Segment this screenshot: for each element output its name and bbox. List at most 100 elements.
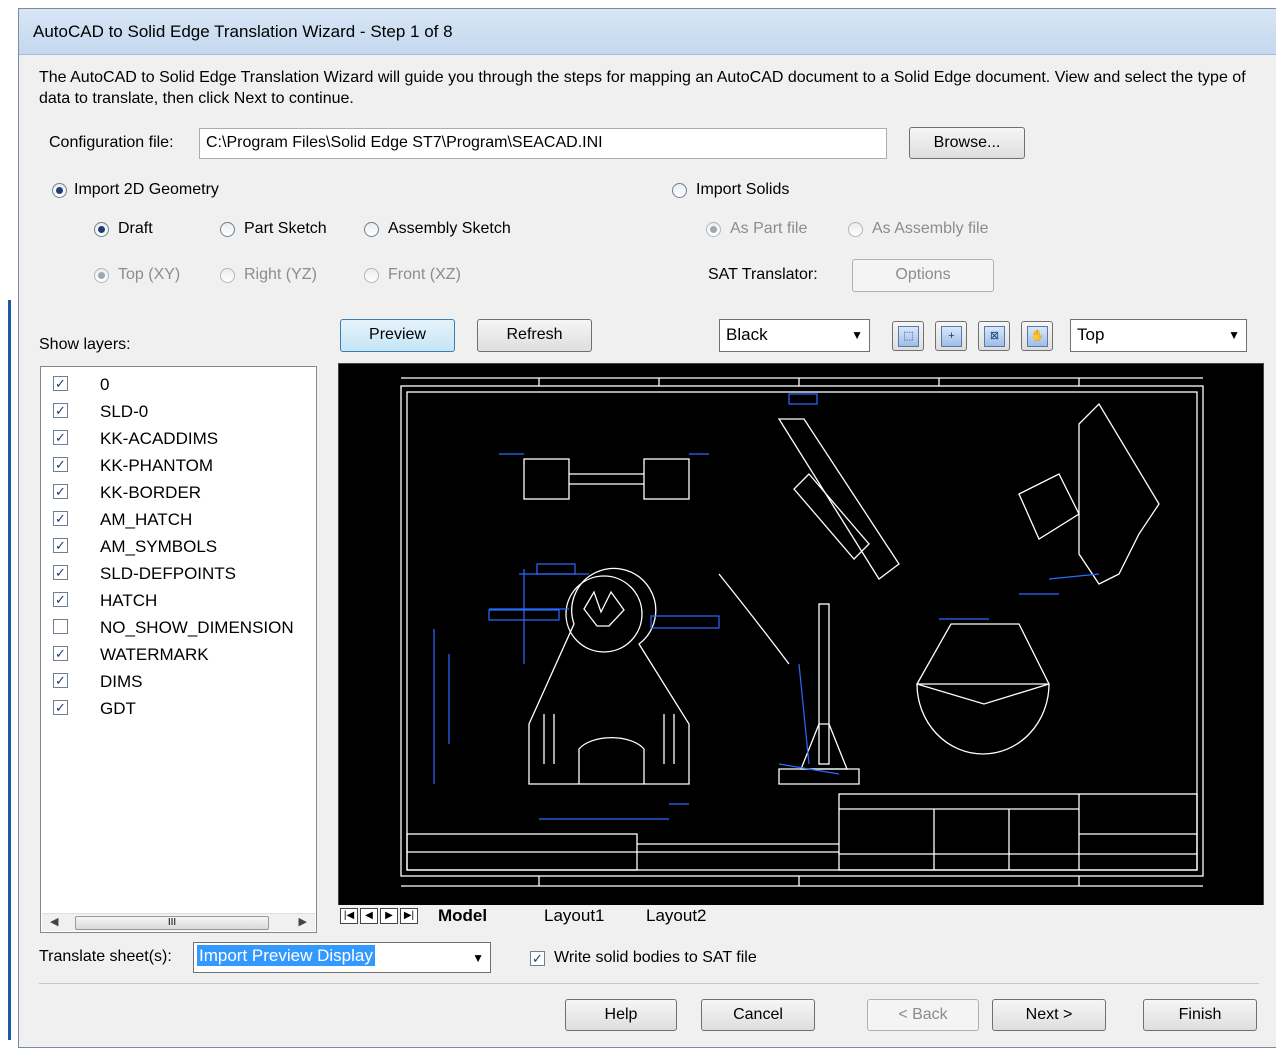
layer-row[interactable]: ✓ SLD-0 xyxy=(41,398,316,425)
background-window-edge xyxy=(0,0,18,1048)
zoom-window-button[interactable]: ⬚ xyxy=(892,321,924,351)
layer-checkbox[interactable]: ✓ xyxy=(53,538,68,553)
layer-row[interactable]: ✓ KK-BORDER xyxy=(41,479,316,506)
front-xz-label: Front (XZ) xyxy=(388,266,461,283)
scroll-right-icon[interactable]: ▶ xyxy=(299,915,307,928)
layer-label: DIMS xyxy=(100,672,143,691)
finish-button[interactable]: Finish xyxy=(1143,999,1257,1031)
layer-checkbox[interactable] xyxy=(53,619,68,634)
layer-row[interactable]: ✓ AM_HATCH xyxy=(41,506,316,533)
layer-row[interactable]: ✓ WATERMARK xyxy=(41,641,316,668)
chevron-down-icon: ▼ xyxy=(472,951,484,965)
intro-text: The AutoCAD to Solid Edge Translation Wi… xyxy=(39,69,1246,107)
prev-sheet-icon[interactable]: ◀ xyxy=(360,908,378,924)
as-assembly-file-radio[interactable] xyxy=(848,222,863,237)
assembly-sketch-label: Assembly Sketch xyxy=(388,220,511,237)
layer-row[interactable]: ✓ 0 xyxy=(41,371,316,398)
refresh-button[interactable]: Refresh xyxy=(477,319,592,352)
layer-checkbox[interactable]: ✓ xyxy=(53,700,68,715)
layer-checkbox[interactable]: ✓ xyxy=(53,511,68,526)
write-sat-checkbox[interactable]: ✓ xyxy=(530,951,545,966)
right-yz-label: Right (YZ) xyxy=(244,266,317,283)
last-sheet-icon[interactable]: ▶| xyxy=(400,908,418,924)
dimension-layer xyxy=(433,393,1100,820)
layer-label: 0 xyxy=(100,375,110,394)
translate-sheets-select[interactable]: Import Preview Display ▼ xyxy=(193,942,491,973)
scroll-thumb[interactable]: III xyxy=(75,916,269,930)
bracket-part xyxy=(528,567,690,785)
tab-layout2[interactable]: Layout2 xyxy=(636,906,707,926)
config-file-label: Configuration file: xyxy=(49,134,174,151)
layer-checkbox[interactable]: ✓ xyxy=(53,376,68,391)
as-part-file-radio[interactable] xyxy=(706,222,721,237)
layer-label: HATCH xyxy=(100,591,158,610)
layer-checkbox[interactable]: ✓ xyxy=(53,565,68,580)
sat-options-button[interactable]: Options xyxy=(852,259,994,292)
view-select[interactable]: Top ▼ xyxy=(1070,319,1247,352)
layer-row[interactable]: ✓ KK-PHANTOM xyxy=(41,452,316,479)
layers-list: ◀ III ▶ ✓ 0 ✓ SLD-0 ✓ KK-ACADDIMS ✓ KK-PHANTOM ✓… xyxy=(40,366,317,933)
first-sheet-icon[interactable]: |◀ xyxy=(340,908,358,924)
browse-button[interactable]: Browse... xyxy=(909,127,1025,159)
top-xy-label: Top (XY) xyxy=(118,266,181,283)
tab-model[interactable]: Model xyxy=(428,906,487,926)
layer-label: SLD-DEFPOINTS xyxy=(100,564,237,583)
right-yz-radio[interactable] xyxy=(220,268,235,283)
layer-label: KK-PHANTOM xyxy=(100,456,214,475)
part-sketch-label: Part Sketch xyxy=(244,220,327,237)
layer-checkbox[interactable]: ✓ xyxy=(53,646,68,661)
next-sheet-icon[interactable]: ▶ xyxy=(380,908,398,924)
zoom-window-icon: ⬚ xyxy=(898,326,919,347)
layer-checkbox[interactable]: ✓ xyxy=(53,592,68,607)
chevron-down-icon: ▼ xyxy=(851,328,863,342)
layers-horizontal-scrollbar[interactable]: ◀ III ▶ xyxy=(42,913,315,931)
layer-row[interactable]: ✓ SLD-DEFPOINTS xyxy=(41,560,316,587)
import-2d-radio[interactable] xyxy=(52,183,67,198)
pan-button[interactable]: ✋ xyxy=(1021,321,1053,351)
translate-sheets-value: Import Preview Display xyxy=(197,945,375,966)
translation-wizard-dialog: AutoCAD to Solid Edge Translation Wizard… xyxy=(18,8,1276,1048)
assembly-sketch-radio[interactable] xyxy=(364,222,379,237)
layer-row[interactable]: ✓ DIMS xyxy=(41,668,316,695)
layer-checkbox[interactable]: ✓ xyxy=(53,484,68,499)
layer-row[interactable]: NO_SHOW_DIMENSION xyxy=(41,614,316,641)
cancel-button[interactable]: Cancel xyxy=(701,999,815,1031)
part-sketch-radio[interactable] xyxy=(220,222,235,237)
layer-row[interactable]: ✓ HATCH xyxy=(41,587,316,614)
dialog-title: AutoCAD to Solid Edge Translation Wizard… xyxy=(19,9,1276,55)
layer-checkbox[interactable]: ✓ xyxy=(53,673,68,688)
layer-checkbox[interactable]: ✓ xyxy=(53,403,68,418)
drawing-preview[interactable] xyxy=(338,363,1264,908)
help-button[interactable]: Help xyxy=(565,999,677,1031)
back-button[interactable]: < Back xyxy=(867,999,979,1031)
layer-row[interactable]: ✓ KK-ACADDIMS xyxy=(41,425,316,452)
color-select-value: Black xyxy=(726,325,768,344)
translate-sheets-label: Translate sheet(s): xyxy=(39,948,172,965)
color-select[interactable]: Black ▼ xyxy=(719,319,870,352)
layer-label: WATERMARK xyxy=(100,645,209,664)
layer-checkbox[interactable]: ✓ xyxy=(53,457,68,472)
draft-label: Draft xyxy=(118,220,153,237)
preview-button[interactable]: Preview xyxy=(340,319,455,352)
zoom-button[interactable]: + xyxy=(935,321,967,351)
fit-button[interactable]: ⊠ xyxy=(978,321,1010,351)
layer-row[interactable]: ✓ AM_SYMBOLS xyxy=(41,533,316,560)
as-part-file-label: As Part file xyxy=(730,220,808,237)
layer-label: SLD-0 xyxy=(100,402,149,421)
front-xz-radio[interactable] xyxy=(364,268,379,283)
scroll-left-icon[interactable]: ◀ xyxy=(50,915,58,928)
layer-label: GDT xyxy=(100,699,136,718)
next-button[interactable]: Next > xyxy=(992,999,1106,1031)
pan-icon: ✋ xyxy=(1027,326,1048,347)
layer-checkbox[interactable]: ✓ xyxy=(53,430,68,445)
import-solids-radio[interactable] xyxy=(672,183,687,198)
import-2d-label: Import 2D Geometry xyxy=(74,181,219,198)
show-layers-label: Show layers: xyxy=(39,336,131,353)
layer-label: NO_SHOW_DIMENSION xyxy=(100,618,294,637)
tab-layout1[interactable]: Layout1 xyxy=(534,906,605,926)
draft-radio[interactable] xyxy=(94,222,109,237)
config-file-input[interactable]: C:\Program Files\Solid Edge ST7\Program\… xyxy=(199,128,887,159)
as-assembly-file-label: As Assembly file xyxy=(872,220,989,237)
top-xy-radio[interactable] xyxy=(94,268,109,283)
layer-row[interactable]: ✓ GDT xyxy=(41,695,316,722)
